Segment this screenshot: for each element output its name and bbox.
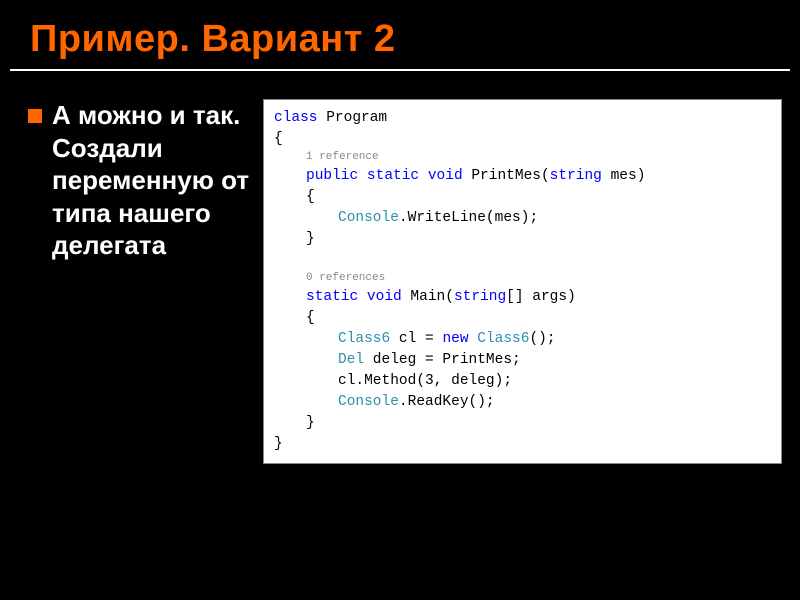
code-text: cl = xyxy=(390,331,442,347)
code-type: Class6 xyxy=(338,331,390,347)
code-text xyxy=(358,168,367,184)
code-keyword: new xyxy=(442,331,468,347)
code-keyword: public xyxy=(306,168,358,184)
code-keyword: string xyxy=(454,289,506,305)
code-type: Class6 xyxy=(477,331,529,347)
code-type: Console xyxy=(338,210,399,226)
code-keyword: class xyxy=(274,110,318,126)
code-text: mes) xyxy=(602,168,646,184)
code-text: (); xyxy=(529,331,555,347)
code-keyword: void xyxy=(367,289,402,305)
code-keyword: static xyxy=(367,168,419,184)
code-text: [] args) xyxy=(506,289,576,305)
code-text: deleg = PrintMes; xyxy=(364,352,521,368)
code-text: { xyxy=(274,308,775,329)
code-text: .ReadKey(); xyxy=(399,394,495,410)
list-item: А можно и так. Создали переменную от тип… xyxy=(28,99,253,262)
square-bullet-icon xyxy=(28,109,42,123)
slide-body: А можно и так. Создали переменную от тип… xyxy=(0,71,800,464)
codelens-reference: 0 references xyxy=(274,271,775,287)
code-text xyxy=(469,331,478,347)
code-text xyxy=(358,289,367,305)
code-text: cl.Method(3, deleg); xyxy=(274,371,775,392)
slide-title: Пример. Вариант 2 xyxy=(0,0,800,69)
code-type: Del xyxy=(338,352,364,368)
code-text: .WriteLine(mes); xyxy=(399,210,538,226)
code-text: { xyxy=(274,129,775,150)
bullet-list: А можно и так. Создали переменную от тип… xyxy=(28,99,253,464)
code-text: PrintMes( xyxy=(463,168,550,184)
code-text: Program xyxy=(318,110,388,126)
code-text: { xyxy=(274,187,775,208)
code-type: Console xyxy=(338,394,399,410)
code-keyword: void xyxy=(428,168,463,184)
code-snippet: class Program { 1 reference public stati… xyxy=(263,99,782,464)
code-text xyxy=(419,168,428,184)
code-keyword: string xyxy=(550,168,602,184)
bullet-text: А можно и так. Создали переменную от тип… xyxy=(52,99,253,262)
code-text: } xyxy=(274,229,775,250)
code-text: } xyxy=(274,434,775,455)
code-text: Main( xyxy=(402,289,454,305)
code-keyword: static xyxy=(306,289,358,305)
code-text: } xyxy=(274,413,775,434)
codelens-reference: 1 reference xyxy=(274,150,775,166)
